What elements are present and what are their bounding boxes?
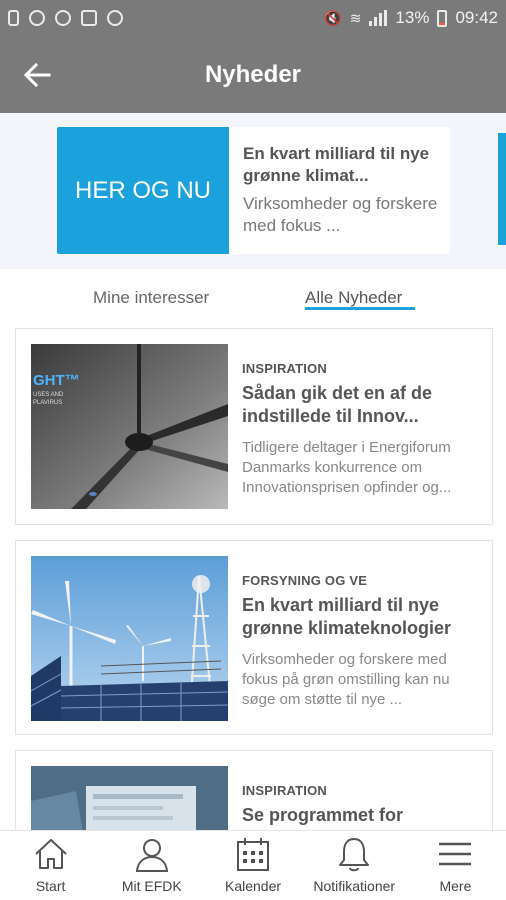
image-icon — [81, 10, 97, 26]
article-excerpt: Virksomheder og forskere med fokus på gr… — [242, 651, 450, 708]
back-button[interactable] — [20, 58, 54, 92]
article-category: FORSYNING OG VE — [242, 573, 368, 588]
user-icon — [135, 839, 168, 872]
home-icon — [34, 839, 67, 869]
tab-alle-nyheder[interactable]: Alle Nyheder — [305, 288, 402, 308]
banner-text: En kvart milliard til nye grønne klimat.… — [229, 127, 450, 254]
battery-icon — [437, 9, 448, 27]
cloud-icon — [107, 10, 123, 26]
circle-icon — [55, 10, 71, 26]
article-meta: FORSYNING OG VE En kvart milliard til ny… — [242, 573, 486, 710]
article-thumbnail — [31, 556, 228, 721]
nav-label: Start — [35, 878, 66, 894]
nav-start[interactable]: Start — [0, 831, 101, 900]
thumb-brand-text: GHT™ — [33, 372, 80, 389]
a-icon — [29, 10, 45, 26]
article-title: Sådan gik det en af de indstillede til I… — [242, 383, 433, 426]
article-category: INSPIRATION — [242, 361, 328, 376]
wind-solar-image — [31, 556, 228, 721]
article-thumbnail: GHT™ USES AND PLAVIRUS — [31, 344, 228, 509]
battery-percent: 13% — [395, 8, 430, 27]
article-meta: INSPIRATION Sådan gik det en af de indst… — [242, 361, 486, 498]
article-title: En kvart milliard til nye grønne klimate… — [242, 595, 452, 638]
nav-label: Mere — [439, 878, 472, 894]
nav-mere[interactable]: Mere — [405, 831, 506, 900]
article-meta: INSPIRATION Se programmet for — [242, 783, 486, 827]
banner-tile: HER OG NU — [57, 127, 229, 254]
wifi-icon: ≋ — [349, 9, 362, 26]
bell-icon — [339, 838, 370, 872]
article-card[interactable]: GHT™ USES AND PLAVIRUS INSPIRATION Sådan… — [15, 328, 493, 525]
mute-icon: 🔇 — [324, 9, 342, 26]
banner-card[interactable]: HER OG NU En kvart milliard til nye grøn… — [57, 127, 450, 254]
tab-mine-interesser[interactable]: Mine interesser — [93, 288, 209, 308]
nav-label: Mit EFDK — [121, 878, 182, 894]
nav-label: Notifikationer — [313, 878, 396, 894]
article-card[interactable]: FORSYNING OG VE En kvart milliard til ny… — [15, 540, 493, 735]
thumb-brand-sub: USES AND PLAVIRUS — [33, 392, 64, 406]
menu-icon — [439, 842, 472, 866]
nav-kalender[interactable]: Kalender — [202, 831, 303, 900]
bottom-navigation: Start Mit EFDK Kalender Notifikationer M… — [0, 830, 506, 900]
arrow-left-icon — [23, 62, 51, 88]
nav-notifikationer[interactable]: Notifikationer — [304, 831, 405, 900]
status-bar: 🔇 ≋ 13% 09:42 — [0, 0, 506, 36]
article-title: Se programmet for — [242, 805, 404, 825]
ceiling-fan-image — [31, 344, 228, 509]
active-tab-indicator — [305, 307, 415, 310]
signal-icon — [369, 10, 388, 26]
banner-body: Virksomheder og forskere med fokus ... — [243, 194, 438, 235]
status-time: 09:42 — [455, 8, 498, 27]
news-tabs: Mine interesser Alle Nyheder — [0, 270, 506, 324]
notification-icon — [8, 10, 19, 26]
banner-carousel: HER OG NU En kvart milliard til nye grøn… — [0, 113, 506, 269]
next-banner-card[interactable] — [498, 133, 506, 245]
article-excerpt: Tidligere deltager i Energiforum Danmark… — [242, 439, 452, 496]
page-title: Nyheder — [204, 60, 302, 88]
nav-label: Kalender — [224, 878, 282, 894]
app-toolbar: Nyheder — [0, 36, 506, 113]
banner-headline: En kvart milliard til nye grønne klimat.… — [243, 144, 430, 185]
nav-mit-efdk[interactable]: Mit EFDK — [101, 831, 202, 900]
calendar-icon — [237, 838, 269, 871]
article-category: INSPIRATION — [242, 783, 328, 798]
